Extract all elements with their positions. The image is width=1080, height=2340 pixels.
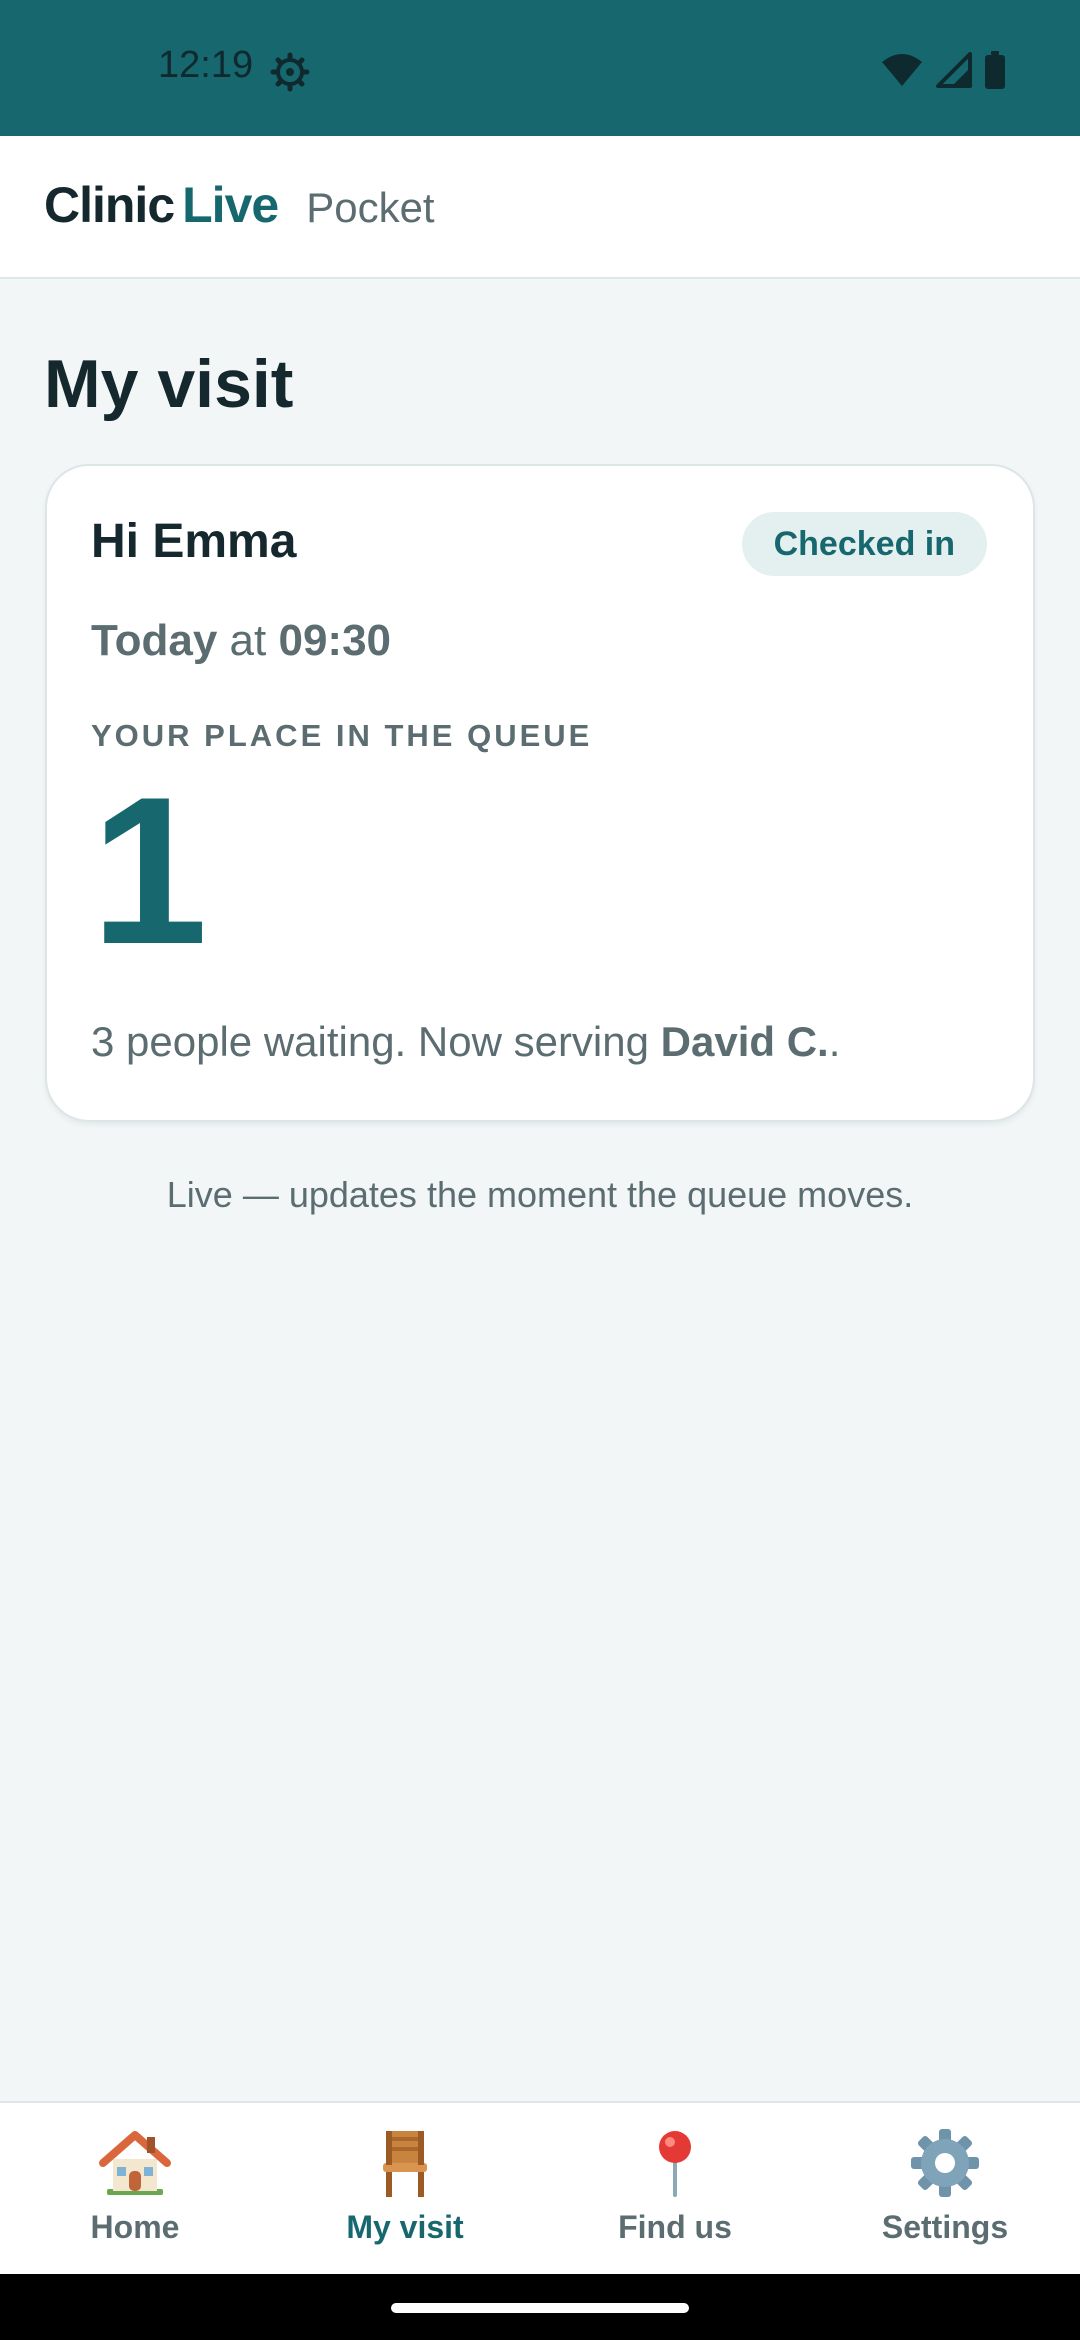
house-icon [99, 2127, 171, 2199]
brand-name-clinic: Clinic [44, 177, 175, 233]
cell-signal-icon [936, 51, 972, 93]
queue-position: 1 [91, 753, 208, 988]
nav-item-home[interactable]: Home [0, 2103, 270, 2274]
status-time: 12:19 [158, 44, 254, 86]
status-icons [880, 50, 1006, 94]
serving-suffix: . [828, 1018, 841, 1065]
settings-gear-icon [270, 52, 310, 92]
map-pin-icon [639, 2127, 711, 2199]
appointment-clock-time: 09:30 [278, 616, 392, 665]
brand-name-live: Live [182, 177, 279, 233]
bottom-nav: Home My visit Find us Settings [0, 2101, 1080, 2274]
waiting-text: 3 people waiting. Now serving [91, 1018, 649, 1065]
appointment-day: Today [91, 616, 218, 665]
status-badge: Checked in [741, 512, 987, 576]
appointment-time: Today at 09:30 [91, 616, 391, 666]
brand-logo: Clinic Live Pocket [44, 176, 435, 234]
system-nav-bar [0, 2274, 1080, 2340]
chair-icon [369, 2127, 441, 2199]
live-update-note: Live — updates the moment the queue move… [166, 1174, 914, 1215]
visit-card: Hi Emma Checked in Today at 09:30 YOUR P… [45, 464, 1035, 1122]
nav-item-settings[interactable]: Settings [810, 2103, 1080, 2274]
home-gesture-handle[interactable] [391, 2303, 689, 2313]
brand-subtitle: Pocket [306, 184, 435, 231]
queue-label: YOUR PLACE IN THE QUEUE [91, 718, 593, 753]
gear-icon [909, 2127, 981, 2199]
page-title: My visit [44, 346, 294, 422]
battery-icon [984, 50, 1006, 94]
nav-item-my-visit[interactable]: My visit [270, 2103, 540, 2274]
nav-label-find-us: Find us [618, 2209, 732, 2245]
nav-item-find-us[interactable]: Find us [540, 2103, 810, 2274]
nav-label-home: Home [90, 2209, 180, 2245]
queue-summary: 3 people waiting. Now serving David C.. [91, 1018, 840, 1066]
now-serving-name: David C. [660, 1018, 829, 1065]
status-bar: 12:19 [0, 0, 1080, 136]
nav-label-settings: Settings [881, 2209, 1009, 2245]
appointment-time-connector: at [229, 616, 267, 665]
wifi-icon [880, 52, 924, 93]
app-header: Clinic Live Pocket [0, 136, 1080, 279]
nav-label-my-visit: My visit [346, 2209, 464, 2245]
greeting: Hi Emma [91, 515, 297, 568]
